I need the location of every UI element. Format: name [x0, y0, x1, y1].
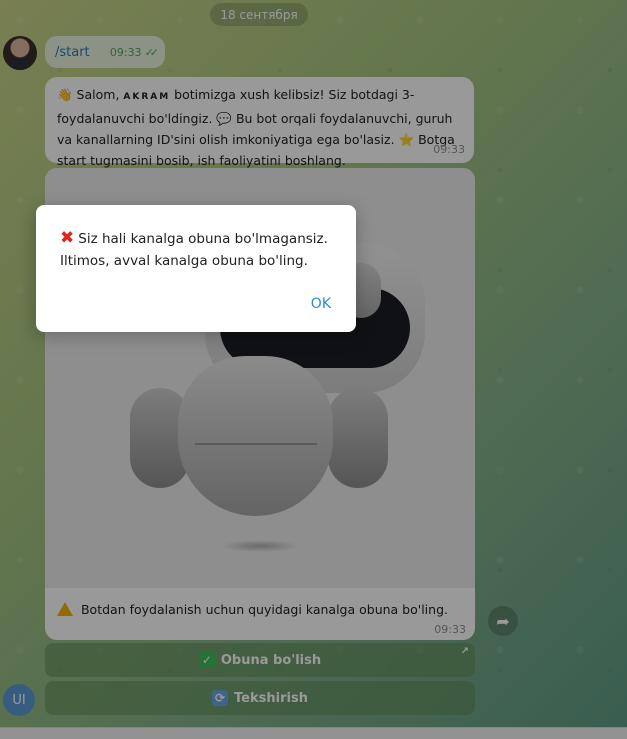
red-x-icon: ✖: [60, 228, 75, 248]
alert-dialog: ✖ Siz hali kanalga obuna bo'lmagansiz. Il…: [36, 205, 356, 332]
dialog-line-1: Siz hali kanalga obuna bo'lmagansiz.: [78, 231, 328, 247]
modal-overlay[interactable]: [0, 0, 627, 739]
dialog-line-2: Iltimos, avval kanalga obuna bo'ling.: [60, 253, 308, 269]
ok-button[interactable]: OK: [311, 296, 331, 312]
dialog-message: ✖ Siz hali kanalga obuna bo'lmagansiz. Il…: [60, 227, 345, 272]
